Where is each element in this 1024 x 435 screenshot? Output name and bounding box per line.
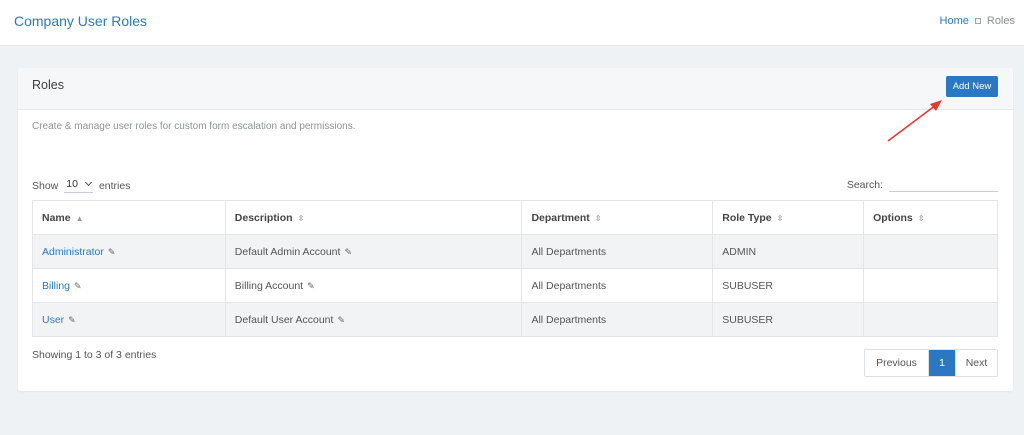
cell-role-type: SUBUSER (712, 302, 865, 337)
pagination-next-button[interactable]: Next (955, 350, 997, 376)
pagination-previous-button[interactable]: Previous (865, 350, 929, 376)
annotation-arrow-icon (887, 100, 942, 142)
cell-options (863, 268, 998, 303)
breadcrumb-home-link[interactable]: Home (940, 15, 969, 27)
show-label: Show (32, 179, 59, 192)
table-info: Showing 1 to 3 of 3 entries (32, 349, 157, 361)
role-name-link[interactable]: Billing (42, 280, 70, 292)
pagination-page-button[interactable]: 1 (929, 350, 955, 376)
edit-icon[interactable]: ✎ (307, 281, 315, 292)
card-header: Roles Add New (18, 68, 1013, 110)
sort-icon: ⇳ (594, 213, 602, 223)
sort-asc-icon: ▲ (75, 213, 84, 223)
column-header-description[interactable]: Description ⇳ (224, 200, 523, 235)
card-title: Roles (32, 78, 64, 92)
top-bar: Company User Roles Home Roles (0, 0, 1024, 46)
breadcrumb-separator-icon (974, 18, 981, 24)
add-new-button[interactable]: Add New (946, 76, 998, 97)
entries-length-select[interactable]: 10 (64, 178, 93, 193)
cell-name: User ✎ (32, 302, 226, 337)
cell-role-type: SUBUSER (712, 268, 865, 303)
edit-icon[interactable]: ✎ (74, 281, 82, 292)
role-name-link[interactable]: User (42, 314, 64, 326)
sort-icon: ⇳ (776, 213, 784, 223)
table-row: Billing ✎ Billing Account ✎ All Department… (32, 268, 998, 303)
role-name-link[interactable]: Administrator (42, 246, 104, 258)
cell-description: Billing Account ✎ (224, 268, 523, 303)
show-entries-control: Show 10 entries (32, 178, 130, 193)
cell-role-type: ADMIN (712, 234, 865, 269)
cell-department: All Departments (521, 268, 714, 303)
roles-card: Roles Add New Create & manage user roles… (18, 68, 1013, 391)
cell-name: Administrator ✎ (32, 234, 226, 269)
table-row: Administrator ✎ Default Admin Account ✎ Al… (32, 234, 998, 269)
sort-icon: ⇳ (917, 213, 925, 223)
table-search: Search: (847, 178, 998, 192)
breadcrumb-current: Roles (986, 15, 1015, 27)
search-input[interactable] (889, 178, 998, 192)
edit-icon[interactable]: ✎ (337, 315, 345, 326)
page-title: Company User Roles (14, 13, 148, 29)
search-label: Search: (846, 179, 883, 191)
entries-label: entries (98, 179, 131, 192)
cell-description: Default User Account ✎ (224, 302, 523, 337)
cell-department: All Departments (521, 234, 714, 269)
edit-icon[interactable]: ✎ (68, 315, 76, 326)
column-header-department[interactable]: Department ⇳ (521, 200, 714, 235)
table-row: User ✎ Default User Account ✎ All Departme… (32, 302, 998, 337)
cell-department: All Departments (521, 302, 714, 337)
edit-icon[interactable]: ✎ (344, 247, 352, 258)
roles-table: Name ▲ Description ⇳ Department ⇳ Role Type… (32, 200, 998, 337)
entries-length-value: 10 (66, 178, 78, 190)
sort-icon: ⇳ (297, 213, 305, 223)
cell-name: Billing ✎ (32, 268, 226, 303)
column-header-options[interactable]: Options ⇳ (863, 200, 998, 235)
cell-description: Default Admin Account ✎ (224, 234, 523, 269)
chevron-down-icon (84, 178, 92, 187)
edit-icon[interactable]: ✎ (108, 247, 116, 258)
breadcrumb: Home Roles (940, 15, 1015, 27)
cell-options (863, 234, 998, 269)
card-description: Create & manage user roles for custom fo… (32, 121, 356, 132)
column-header-role-type[interactable]: Role Type ⇳ (712, 200, 865, 235)
column-header-name[interactable]: Name ▲ (32, 200, 226, 235)
pagination: Previous 1 Next (864, 349, 998, 377)
table-header-row: Name ▲ Description ⇳ Department ⇳ Role Type… (32, 200, 998, 235)
cell-options (863, 302, 998, 337)
